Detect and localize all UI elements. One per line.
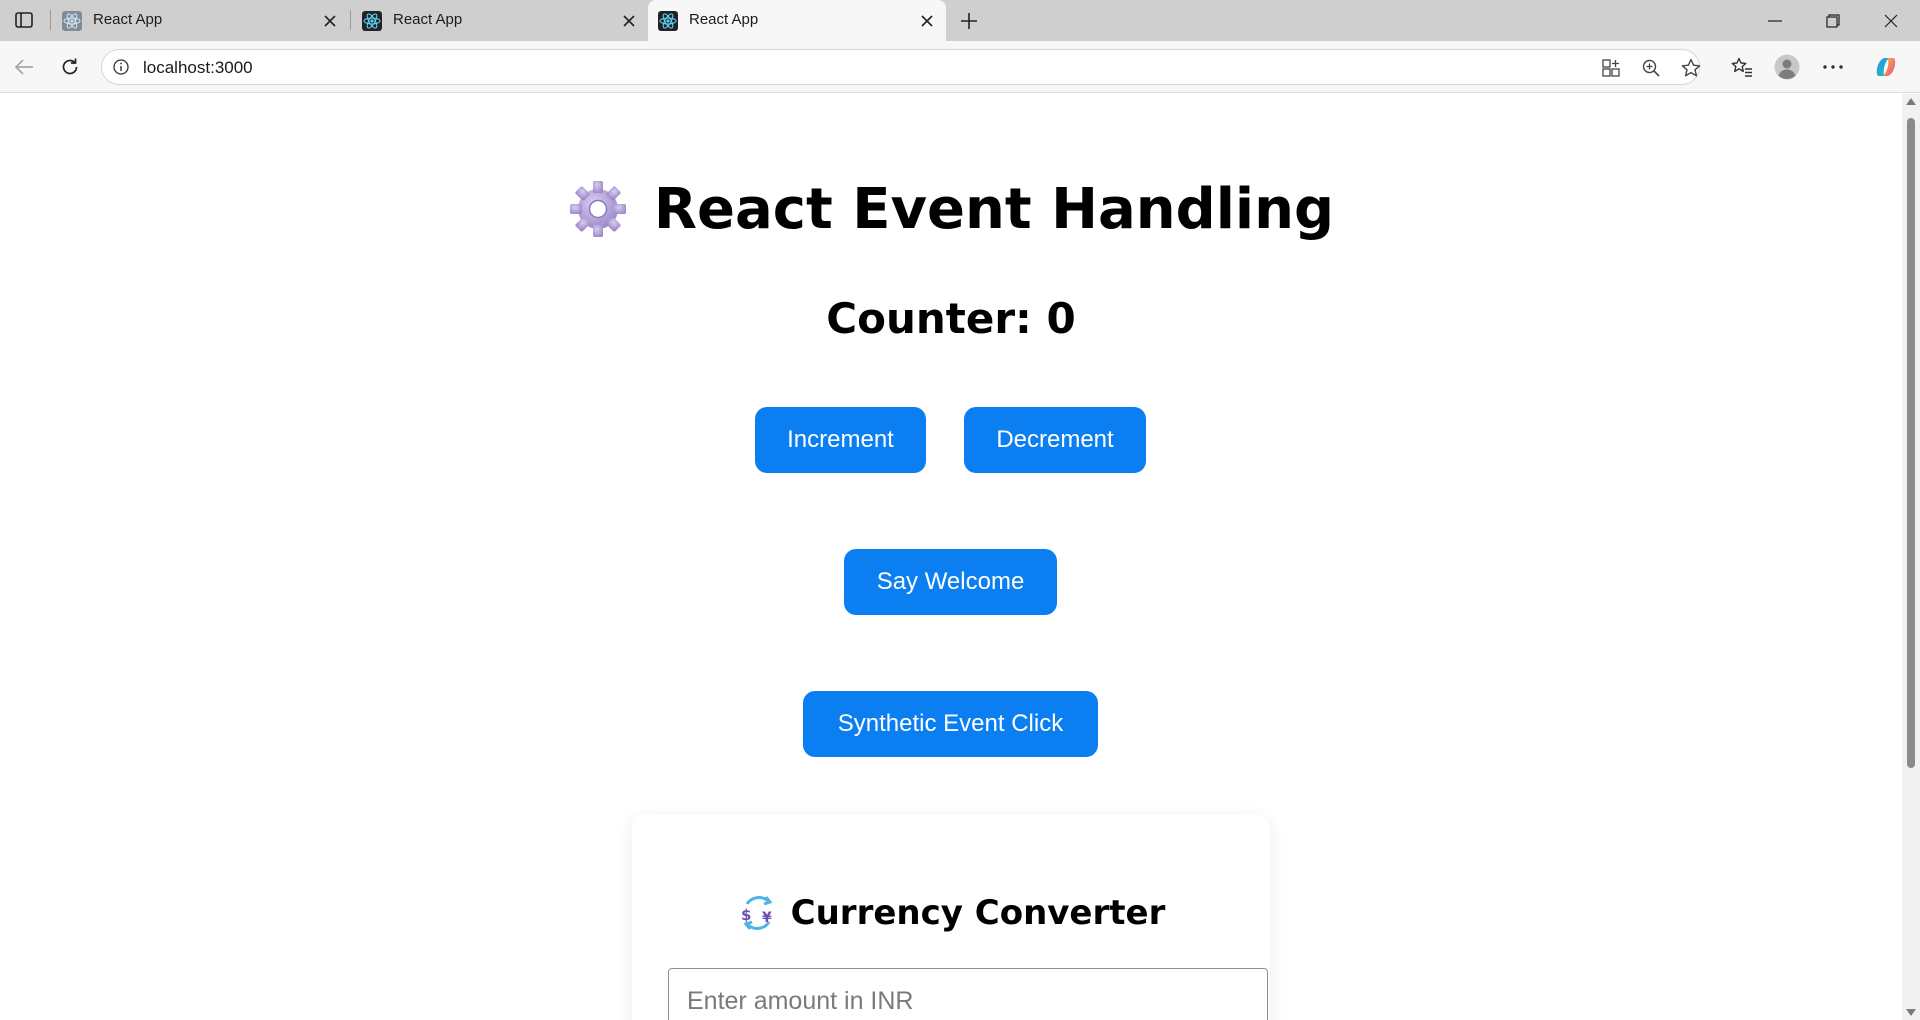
url-text[interactable]: localhost:3000: [143, 58, 253, 78]
favorites-icon[interactable]: [1729, 54, 1755, 80]
tab-3-active[interactable]: React App: [648, 0, 946, 41]
heading-text: React Event Handling: [653, 176, 1335, 242]
counter-display: Counter: 0: [826, 294, 1076, 343]
sidebar-toggle-icon[interactable]: [14, 10, 34, 30]
scroll-down-arrow-icon[interactable]: [1906, 1009, 1916, 1016]
react-logo-icon: [658, 11, 678, 31]
restore-icon[interactable]: [1813, 8, 1853, 34]
scrollbar-thumb[interactable]: [1907, 118, 1915, 768]
tab-separator: [50, 10, 51, 30]
synthetic-event-button[interactable]: Synthetic Event Click: [803, 691, 1098, 757]
tab-2[interactable]: React App: [352, 0, 646, 41]
back-arrow-icon[interactable]: [11, 54, 37, 80]
zoom-icon[interactable]: [1640, 57, 1662, 79]
currency-converter-card: $ ¥ Currency Converter: [632, 814, 1270, 1020]
react-logo-icon: [362, 11, 382, 31]
react-logo-icon: [62, 11, 82, 31]
tab-1[interactable]: React App: [52, 0, 348, 41]
page-viewport: React Event Handling Counter: 0 Incremen…: [0, 94, 1902, 1020]
tab-title: React App: [689, 11, 759, 28]
copilot-icon[interactable]: [1873, 54, 1899, 80]
svg-text:$: $: [741, 906, 751, 924]
say-welcome-button[interactable]: Say Welcome: [844, 549, 1057, 615]
close-window-icon[interactable]: [1871, 8, 1911, 34]
tab-title: React App: [393, 11, 463, 28]
currency-exchange-icon: $ ¥: [741, 896, 773, 930]
close-icon[interactable]: [918, 12, 936, 30]
close-icon[interactable]: [620, 12, 638, 30]
increment-button[interactable]: Increment: [755, 407, 926, 473]
amount-inr-input[interactable]: [668, 968, 1268, 1020]
new-tab-icon[interactable]: [956, 8, 982, 34]
gear-icon: [569, 181, 626, 237]
app-grid-icon[interactable]: [1600, 57, 1622, 79]
profile-avatar-icon[interactable]: [1774, 54, 1800, 80]
more-options-icon[interactable]: [1820, 54, 1846, 80]
favorite-star-icon[interactable]: [1680, 57, 1702, 79]
converter-title-text: Currency Converter: [790, 893, 1166, 933]
tab-title: React App: [93, 11, 163, 28]
converter-title: $ ¥ Currency Converter: [632, 892, 1270, 934]
minimize-icon[interactable]: [1755, 8, 1795, 34]
vertical-scrollbar[interactable]: [1902, 94, 1920, 1020]
scroll-up-arrow-icon[interactable]: [1906, 98, 1916, 105]
svg-text:¥: ¥: [762, 910, 772, 926]
tab-separator: [350, 10, 351, 30]
tab-strip: React App React App React App: [0, 0, 1920, 41]
address-bar[interactable]: localhost:3000: [101, 49, 1702, 85]
browser-toolbar: localhost:3000: [0, 41, 1920, 93]
page-title: React Event Handling: [0, 174, 1902, 244]
decrement-button[interactable]: Decrement: [964, 407, 1146, 473]
site-info-icon[interactable]: [112, 58, 130, 76]
refresh-icon[interactable]: [57, 54, 83, 80]
close-icon[interactable]: [321, 12, 339, 30]
